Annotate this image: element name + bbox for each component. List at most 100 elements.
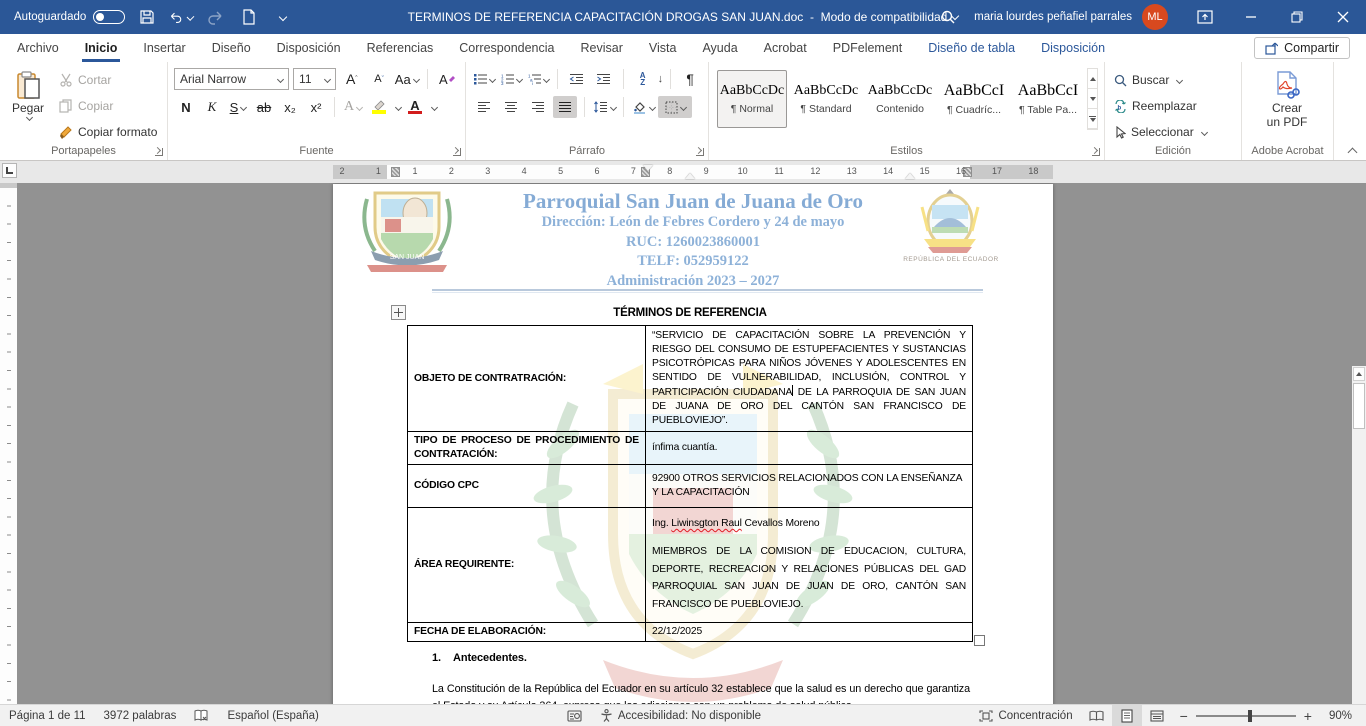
create-pdf-button[interactable]: Crear un PDF xyxy=(1248,68,1326,129)
strikethrough-button[interactable]: ab xyxy=(252,96,276,118)
tab-insertar[interactable]: Insertar xyxy=(130,36,198,62)
tab-diseno-de-tabla[interactable]: Diseño de tabla xyxy=(915,36,1028,62)
sort-button[interactable]: AZ xyxy=(631,68,655,90)
document-page[interactable]: SAN JUAN Parroquial San Juan de Juana de… xyxy=(333,184,1053,704)
tab-inicio[interactable]: Inicio xyxy=(72,36,131,62)
undo-icon[interactable] xyxy=(169,5,193,29)
row-label[interactable]: TIPO DE PROCESO DE PROCEDIMIENTO DE CONT… xyxy=(408,432,646,465)
tab-referencias[interactable]: Referencias xyxy=(354,36,447,62)
show-marks-button[interactable]: ¶ xyxy=(678,68,702,90)
tab-archivo[interactable]: Archivo xyxy=(4,36,72,62)
format-painter-button[interactable]: Copiar formato xyxy=(56,120,160,144)
collapse-ribbon-icon[interactable] xyxy=(1348,148,1358,158)
font-size-combo[interactable]: 11 xyxy=(293,68,336,90)
search-icon[interactable] xyxy=(936,5,960,29)
font-dialog-launcher-icon[interactable] xyxy=(453,148,461,156)
zoom-thumb[interactable] xyxy=(1248,710,1252,722)
font-name-combo[interactable]: Arial Narrow xyxy=(174,68,289,90)
horizontal-ruler[interactable]: 21123456789101112131415161718 xyxy=(333,165,1053,179)
find-button[interactable]: Buscar xyxy=(1111,68,1235,92)
terms-table[interactable]: OBJETO DE CONTRATRACIÓN: “SERVICIO DE CA… xyxy=(407,325,973,642)
styles-more-icon[interactable] xyxy=(1088,109,1097,129)
table-move-handle-icon[interactable] xyxy=(391,305,406,320)
table-left-grip-icon[interactable] xyxy=(391,167,400,177)
tab-disposicion[interactable]: Disposición xyxy=(264,36,354,62)
select-button[interactable]: Seleccionar xyxy=(1111,120,1235,144)
tab-correspondencia[interactable]: Correspondencia xyxy=(446,36,567,62)
tab-ayuda[interactable]: Ayuda xyxy=(689,36,750,62)
styles-scroll-down-icon[interactable] xyxy=(1088,89,1097,109)
row-label[interactable]: FECHA DE ELABORACIÓN: xyxy=(408,623,646,642)
style-table-paragraph[interactable]: AaBbCcI¶ Table Pa... xyxy=(1013,70,1083,128)
tab-selector-icon[interactable] xyxy=(2,163,17,178)
numbering-button[interactable]: 123 xyxy=(499,68,523,90)
word-count[interactable]: 3972 palabras xyxy=(95,705,186,726)
language-indicator[interactable]: Español (España) xyxy=(218,705,327,726)
row-label[interactable]: ÁREA REQUIRENTE: xyxy=(408,508,646,623)
grow-font-button[interactable]: Aˆ xyxy=(340,68,363,90)
tab-diseno[interactable]: Diseño xyxy=(199,36,264,62)
tab-revisar[interactable]: Revisar xyxy=(567,36,635,62)
borders-button[interactable] xyxy=(658,96,692,118)
zoom-out-icon[interactable]: − xyxy=(1180,708,1188,724)
underline-button[interactable]: S xyxy=(226,96,250,118)
page-indicator[interactable]: Página 1 de 11 xyxy=(0,705,95,726)
macro-recording-icon[interactable] xyxy=(558,705,591,726)
shrink-font-button[interactable]: Aˇ xyxy=(367,68,390,90)
increase-indent-button[interactable] xyxy=(592,68,616,90)
web-layout-button[interactable] xyxy=(1142,705,1172,726)
highlight-chevron-icon[interactable] xyxy=(395,103,402,110)
read-mode-button[interactable] xyxy=(1082,705,1112,726)
row-label[interactable]: OBJETO DE CONTRATRACIÓN: xyxy=(408,326,646,432)
superscript-button[interactable]: x² xyxy=(304,96,328,118)
proofing-icon[interactable] xyxy=(185,705,218,726)
styles-scroll-up-icon[interactable] xyxy=(1088,69,1097,89)
ribbon-display-options-icon[interactable] xyxy=(1182,0,1228,34)
new-document-icon[interactable] xyxy=(237,5,261,29)
first-line-indent-icon[interactable] xyxy=(643,165,653,171)
justify-button[interactable] xyxy=(553,96,577,118)
focus-mode-button[interactable]: Concentración xyxy=(970,710,1081,722)
table-resize-handle[interactable] xyxy=(974,635,985,646)
clear-formatting-button[interactable]: A xyxy=(436,68,459,90)
vertical-scrollbar[interactable] xyxy=(1352,366,1366,704)
user-name[interactable]: maria lourdes peñafiel parrales xyxy=(974,11,1132,23)
paragraph-dialog-launcher-icon[interactable] xyxy=(696,148,704,156)
minimize-icon[interactable] xyxy=(1228,0,1274,34)
zoom-level[interactable]: 90% xyxy=(1320,710,1366,722)
autosave-toggle[interactable]: Autoguardado xyxy=(14,10,125,24)
tab-acrobat[interactable]: Acrobat xyxy=(751,36,820,62)
styles-dialog-launcher-icon[interactable] xyxy=(1092,148,1100,156)
row-value[interactable]: 22/12/2025 xyxy=(646,623,973,642)
body-paragraph[interactable]: La Constitución de la República del Ecua… xyxy=(432,681,970,704)
highlight-button[interactable] xyxy=(367,96,391,118)
row-value[interactable]: 92900 OTROS SERVICIOS RELACIONADOS CON L… xyxy=(646,465,973,508)
print-layout-button[interactable] xyxy=(1112,705,1142,726)
avatar[interactable]: ML xyxy=(1142,4,1168,30)
style-contenido[interactable]: AaBbCcDcContenido xyxy=(865,70,935,128)
align-left-button[interactable] xyxy=(472,96,496,118)
change-case-button[interactable]: Aa xyxy=(395,68,419,90)
bold-button[interactable]: N xyxy=(174,96,198,118)
scrollbar-thumb[interactable] xyxy=(1353,383,1365,429)
save-icon[interactable] xyxy=(135,5,159,29)
line-spacing-button[interactable] xyxy=(592,96,616,118)
subscript-button[interactable]: x₂ xyxy=(278,96,302,118)
autosave-switch-icon[interactable] xyxy=(93,10,125,24)
share-button[interactable]: Compartir xyxy=(1254,37,1350,59)
bullets-button[interactable] xyxy=(472,68,496,90)
customize-toolbar-icon[interactable] xyxy=(271,5,295,29)
close-icon[interactable] xyxy=(1320,0,1366,34)
style-normal[interactable]: AaBbCcDc¶ Normal xyxy=(717,70,787,128)
vertical-ruler[interactable] xyxy=(0,183,17,704)
row-value[interactable]: “SERVICIO DE CAPACITACIÓN SOBRE LA PREVE… xyxy=(646,326,973,432)
zoom-in-icon[interactable]: + xyxy=(1304,708,1312,724)
font-color-chevron-icon[interactable] xyxy=(431,103,438,110)
tab-disposicion-tabla[interactable]: Disposición xyxy=(1028,36,1118,62)
align-right-button[interactable] xyxy=(526,96,550,118)
shading-button[interactable] xyxy=(631,96,655,118)
align-center-button[interactable] xyxy=(499,96,523,118)
clipboard-dialog-launcher-icon[interactable] xyxy=(155,148,163,156)
accessibility-status[interactable]: Accesibilidad: No disponible xyxy=(591,705,770,726)
scroll-up-icon[interactable] xyxy=(1353,367,1365,381)
